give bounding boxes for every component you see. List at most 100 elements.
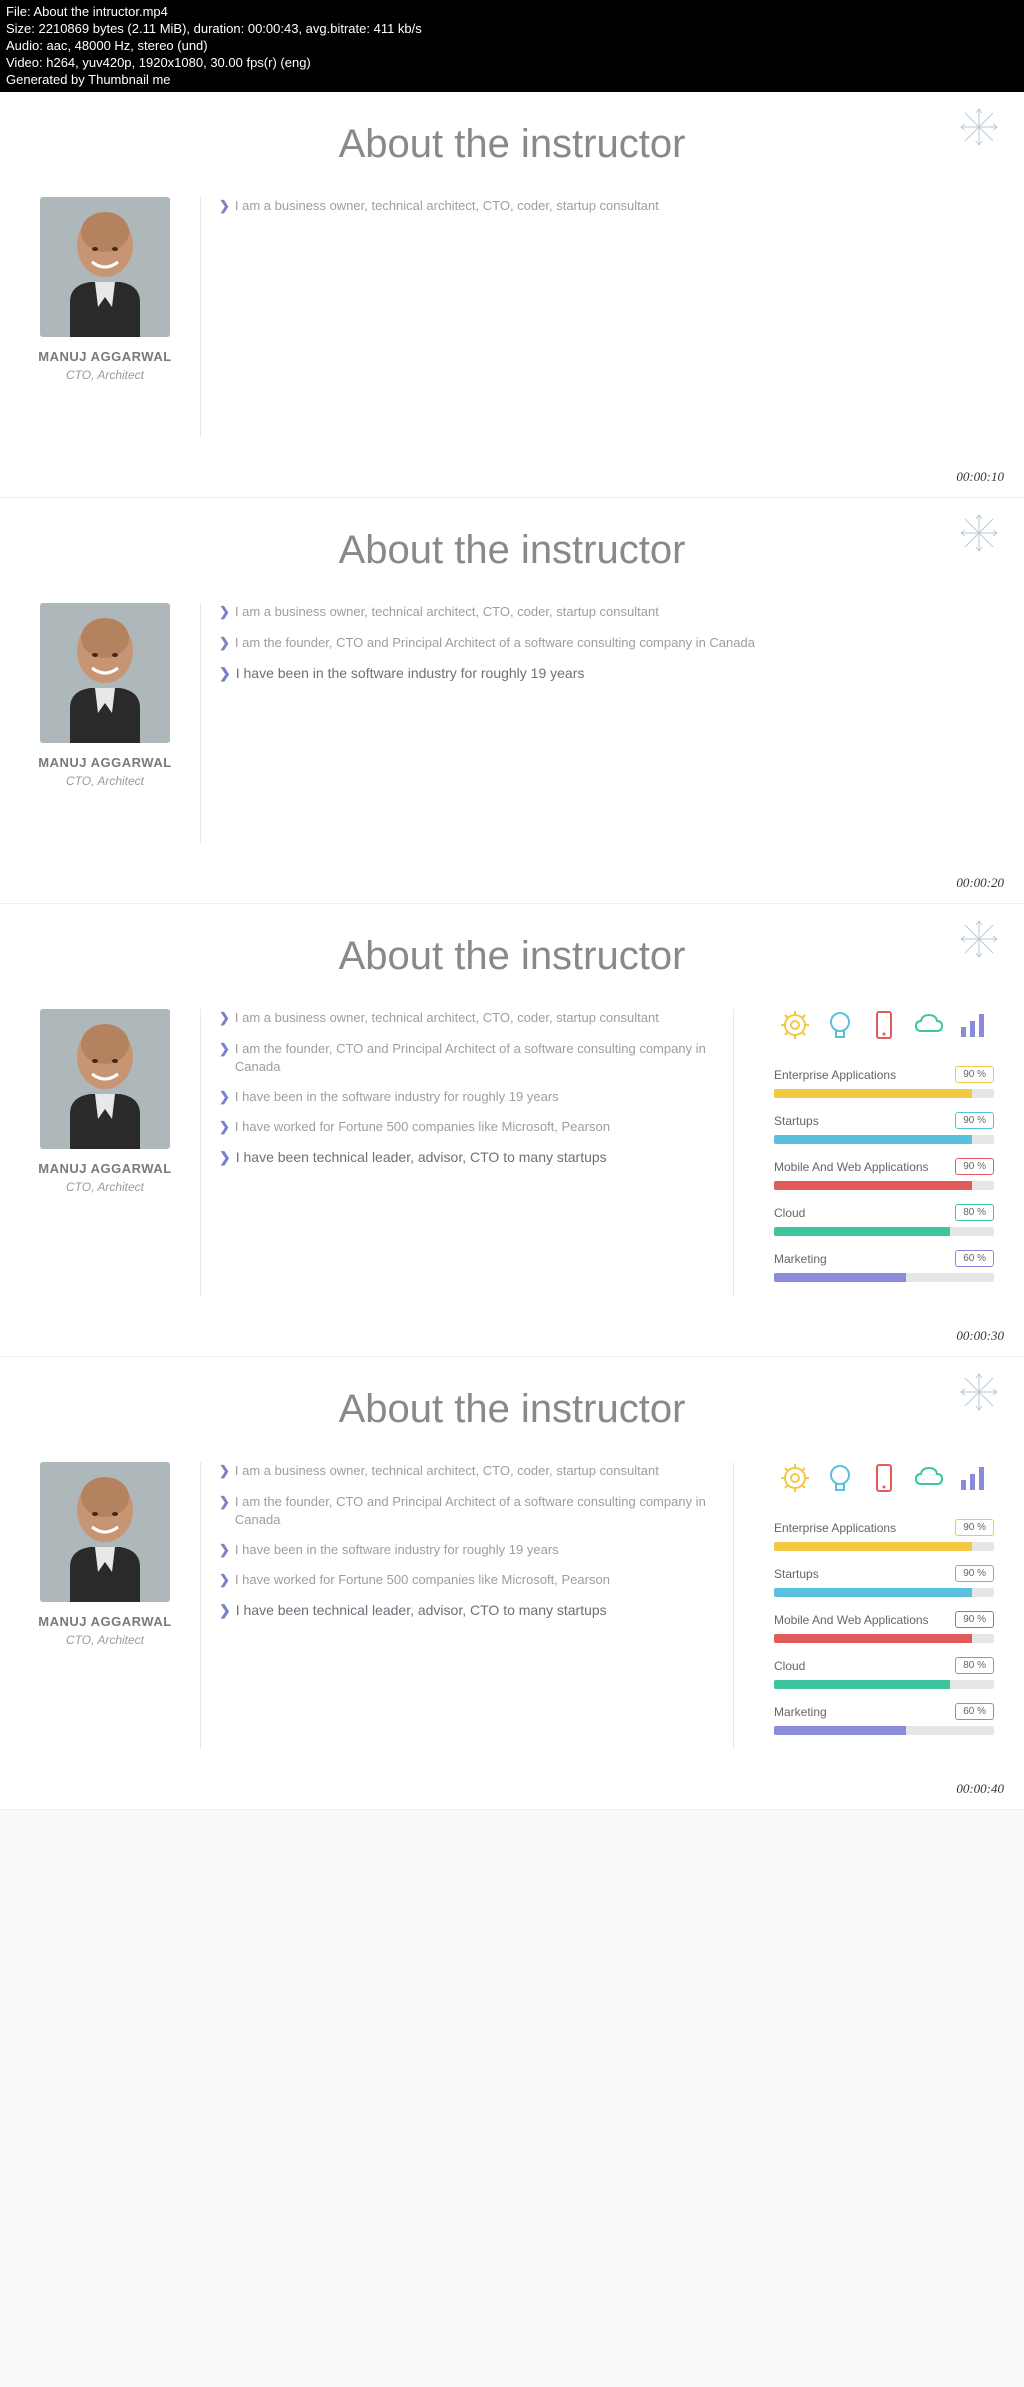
gear-icon — [779, 1462, 811, 1494]
chevron-right-icon: ❯ — [219, 603, 230, 621]
mobile-icon — [868, 1462, 900, 1494]
instructor-role: CTO, Architect — [30, 1180, 180, 1194]
chevron-right-icon: ❯ — [219, 1493, 230, 1529]
bullet-text: I have been in the software industry for… — [235, 1541, 559, 1559]
instructor-avatar — [40, 1009, 170, 1149]
bullet-text: I am the founder, CTO and Principal Arch… — [235, 634, 755, 652]
skill-bar — [774, 1273, 994, 1282]
snowflake-icon — [959, 1372, 999, 1422]
chevron-right-icon: ❯ — [219, 1541, 230, 1559]
file-line: File: About the intructor.mp4 — [6, 4, 1018, 21]
skill-row: Startups 90 % — [774, 1112, 994, 1144]
skill-row: Mobile And Web Applications 90 % — [774, 1158, 994, 1190]
bullet-item: ❯ I am the founder, CTO and Principal Ar… — [219, 634, 976, 652]
frame-title: About the instructor — [30, 934, 994, 979]
instructor-role: CTO, Architect — [30, 774, 180, 788]
media-info-header: File: About the intructor.mp4 Size: 2210… — [0, 0, 1024, 92]
skills-icon-row — [774, 1462, 994, 1494]
skill-label: Mobile And Web Applications — [774, 1613, 929, 1627]
timestamp: 00:00:40 — [956, 1781, 1004, 1797]
thumbnail-frame: About the instructor MANUJ AGGARWAL CTO,… — [0, 498, 1024, 904]
bars-icon — [957, 1009, 989, 1041]
skill-bar — [774, 1135, 994, 1144]
skill-badge: 90 % — [955, 1112, 994, 1129]
skill-badge: 60 % — [955, 1703, 994, 1720]
skill-row: Cloud 80 % — [774, 1657, 994, 1689]
bullet-text: I have been in the software industry for… — [236, 664, 585, 684]
bars-icon — [957, 1462, 989, 1494]
bullet-item: ❯ I have worked for Fortune 500 companie… — [219, 1571, 715, 1589]
bullet-text: I have been technical leader, advisor, C… — [236, 1601, 607, 1621]
skill-label: Enterprise Applications — [774, 1068, 896, 1082]
skill-row: Enterprise Applications 90 % — [774, 1066, 994, 1098]
skill-bar — [774, 1726, 994, 1735]
bullets-column: ❯ I am a business owner, technical archi… — [200, 1462, 734, 1749]
audio-line: Audio: aac, 48000 Hz, stereo (und) — [6, 38, 1018, 55]
chevron-right-icon: ❯ — [219, 634, 230, 652]
bullet-text: I am a business owner, technical archite… — [235, 1462, 659, 1480]
instructor-avatar — [40, 603, 170, 743]
cloud-icon — [913, 1009, 945, 1041]
cloud-icon — [913, 1462, 945, 1494]
bullets-column: ❯ I am a business owner, technical archi… — [200, 603, 994, 843]
size-line: Size: 2210869 bytes (2.11 MiB), duration… — [6, 21, 1018, 38]
instructor-name: MANUJ AGGARWAL — [30, 755, 180, 770]
skill-badge: 60 % — [955, 1250, 994, 1267]
skills-panel: Enterprise Applications 90 % Startups 90… — [754, 1462, 994, 1749]
thumbnail-frame: About the instructor MANUJ AGGARWAL CTO,… — [0, 904, 1024, 1357]
chevron-right-icon: ❯ — [219, 1462, 230, 1480]
skill-label: Cloud — [774, 1206, 805, 1220]
bullets-column: ❯ I am a business owner, technical archi… — [200, 197, 994, 437]
instructor-card: MANUJ AGGARWAL CTO, Architect — [30, 1009, 180, 1296]
instructor-card: MANUJ AGGARWAL CTO, Architect — [30, 197, 180, 437]
bullet-text: I have worked for Fortune 500 companies … — [235, 1571, 610, 1589]
avatar-image — [40, 1462, 170, 1602]
instructor-card: MANUJ AGGARWAL CTO, Architect — [30, 603, 180, 843]
chevron-right-icon: ❯ — [219, 1118, 230, 1136]
chevron-right-icon: ❯ — [219, 664, 231, 684]
gear-icon — [779, 1009, 811, 1041]
skill-row: Enterprise Applications 90 % — [774, 1519, 994, 1551]
bulb-icon — [824, 1009, 856, 1041]
chevron-right-icon: ❯ — [219, 1601, 231, 1621]
bullet-item: ❯ I am the founder, CTO and Principal Ar… — [219, 1493, 715, 1529]
bullet-text: I am the founder, CTO and Principal Arch… — [235, 1040, 715, 1076]
bullet-item: ❯ I have been technical leader, advisor,… — [219, 1148, 715, 1168]
bullet-item: ❯ I am a business owner, technical archi… — [219, 603, 976, 621]
instructor-name: MANUJ AGGARWAL — [30, 349, 180, 364]
instructor-card: MANUJ AGGARWAL CTO, Architect — [30, 1462, 180, 1749]
bullets-column: ❯ I am a business owner, technical archi… — [200, 1009, 734, 1296]
skill-bar — [774, 1588, 994, 1597]
bullet-item: ❯ I have been in the software industry f… — [219, 664, 976, 684]
snowflake-icon — [959, 513, 999, 563]
skill-label: Enterprise Applications — [774, 1521, 896, 1535]
bullet-text: I am a business owner, technical archite… — [235, 1009, 659, 1027]
bullet-item: ❯ I am the founder, CTO and Principal Ar… — [219, 1040, 715, 1076]
avatar-image — [40, 197, 170, 337]
frame-title: About the instructor — [30, 122, 994, 167]
bullet-item: ❯ I have been in the software industry f… — [219, 1541, 715, 1559]
chevron-right-icon: ❯ — [219, 1009, 230, 1027]
bullet-item: ❯ I am a business owner, technical archi… — [219, 197, 976, 215]
bullet-item: ❯ I have been in the software industry f… — [219, 1088, 715, 1106]
avatar-image — [40, 603, 170, 743]
instructor-avatar — [40, 1462, 170, 1602]
instructor-name: MANUJ AGGARWAL — [30, 1614, 180, 1629]
skill-badge: 90 % — [955, 1066, 994, 1083]
skill-badge: 90 % — [955, 1519, 994, 1536]
skill-label: Startups — [774, 1114, 819, 1128]
chevron-right-icon: ❯ — [219, 1040, 230, 1076]
skill-row: Mobile And Web Applications 90 % — [774, 1611, 994, 1643]
instructor-role: CTO, Architect — [30, 368, 180, 382]
bullet-text: I have been in the software industry for… — [235, 1088, 559, 1106]
timestamp: 00:00:20 — [956, 875, 1004, 891]
skill-bar — [774, 1181, 994, 1190]
skill-label: Marketing — [774, 1705, 827, 1719]
bullet-item: ❯ I have worked for Fortune 500 companie… — [219, 1118, 715, 1136]
skill-label: Mobile And Web Applications — [774, 1160, 929, 1174]
skill-row: Cloud 80 % — [774, 1204, 994, 1236]
skill-row: Startups 90 % — [774, 1565, 994, 1597]
chevron-right-icon: ❯ — [219, 1088, 230, 1106]
bullet-item: ❯ I am a business owner, technical archi… — [219, 1009, 715, 1027]
instructor-role: CTO, Architect — [30, 1633, 180, 1647]
